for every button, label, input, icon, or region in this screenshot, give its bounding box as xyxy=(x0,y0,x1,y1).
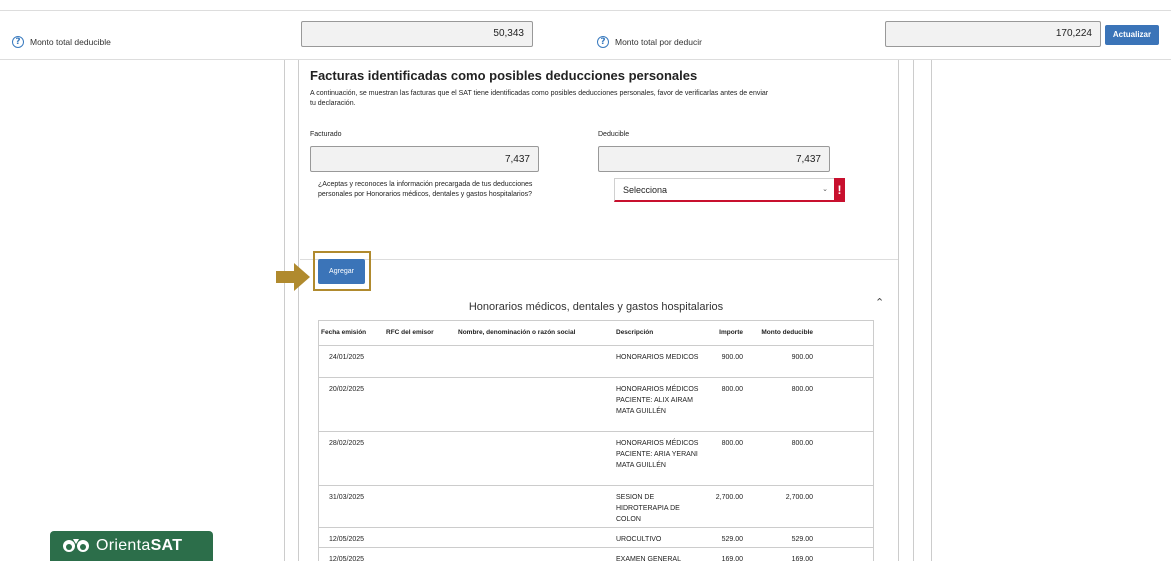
table-row[interactable]: 31/03/2025 SESION DE HIDROTERAPIA DE COL… xyxy=(319,485,873,528)
error-indicator-icon: ! xyxy=(834,178,845,202)
amount-cell: 529.00 xyxy=(701,527,745,548)
table-row[interactable]: 12/05/2025 EXAMEN GENERAL 169.00 169.00 xyxy=(319,547,873,561)
table-row[interactable]: 28/02/2025 HONORARIOS MÉDICOS PACIENTE: … xyxy=(319,431,873,486)
total-remaining-label: ? Monto total por deducir xyxy=(597,36,702,48)
chevron-down-icon: ⌄ xyxy=(822,186,828,193)
date-cell: 12/05/2025 xyxy=(319,547,384,561)
name-cell xyxy=(456,345,614,378)
help-icon[interactable]: ? xyxy=(12,36,24,48)
name-cell xyxy=(456,377,614,432)
section-title: Facturas identificadas como posibles ded… xyxy=(310,68,698,83)
column-divider xyxy=(913,60,914,561)
date-cell: 20/02/2025 xyxy=(319,377,384,432)
amount-cell: 2,700.00 xyxy=(701,485,745,528)
deductible-cell: 800.00 xyxy=(745,431,815,486)
table-row[interactable]: 12/05/2025 UROCULTIVO 529.00 529.00 xyxy=(319,527,873,548)
table-row[interactable]: 20/02/2025 HONORARIOS MÉDICOS PACIENTE: … xyxy=(319,377,873,432)
total-deductible-label: ? Monto total deducible xyxy=(12,36,111,48)
description-cell: HONORARIOS MÉDICOS PACIENTE: ARIA YERANI… xyxy=(614,431,701,486)
description-cell: EXAMEN GENERAL xyxy=(614,547,701,561)
section-description: A continuación, se muestran las facturas… xyxy=(310,90,769,107)
deductible-cell: 169.00 xyxy=(745,547,815,561)
deductible-cell: 529.00 xyxy=(745,527,815,548)
description-cell: SESION DE HIDROTERAPIA DE COLON xyxy=(614,485,701,528)
orientasat-logo: OrientaSAT xyxy=(50,531,213,561)
pointer-arrow-icon xyxy=(276,263,310,291)
select-value: Selecciona xyxy=(623,185,668,195)
date-cell: 28/02/2025 xyxy=(319,431,384,486)
amount-cell: 169.00 xyxy=(701,547,745,561)
name-cell xyxy=(456,431,614,486)
column-divider xyxy=(931,60,932,561)
rfc-cell xyxy=(384,345,456,378)
logo-text: OrientaSAT xyxy=(96,537,183,554)
column-header[interactable]: Importe xyxy=(701,321,745,346)
divider xyxy=(300,259,898,260)
chevron-up-icon[interactable]: ⌃ xyxy=(875,296,884,309)
rfc-cell xyxy=(384,485,456,528)
rfc-cell xyxy=(384,377,456,432)
acceptance-select[interactable]: Selecciona ⌄ xyxy=(614,178,835,202)
deductible-cell: 900.00 xyxy=(745,345,815,378)
column-header[interactable]: Descripción xyxy=(614,321,701,346)
update-button[interactable]: Actualizar xyxy=(1105,25,1159,45)
column-divider xyxy=(284,60,285,561)
deductible-label: Deducible xyxy=(598,131,630,138)
owl-eyes-icon xyxy=(63,539,89,552)
summary-bar: ? Monto total deducible 50,343 ? Monto t… xyxy=(0,10,1171,60)
page: ? Monto total deducible 50,343 ? Monto t… xyxy=(0,0,1171,561)
column-header[interactable]: RFC del emisor xyxy=(384,321,456,346)
table-row[interactable]: 24/01/2025 HONORARIOS MEDICOS 900.00 900… xyxy=(319,345,873,378)
column-header[interactable]: Nombre, denominación o razón social xyxy=(456,321,614,346)
description-cell: HONORARIOS MEDICOS xyxy=(614,345,701,378)
amount-cell: 800.00 xyxy=(701,431,745,486)
name-cell xyxy=(456,547,614,561)
help-icon[interactable]: ? xyxy=(597,36,609,48)
date-cell: 12/05/2025 xyxy=(319,527,384,548)
invoices-table: Fecha emisión RFC del emisor Nombre, den… xyxy=(318,320,874,561)
acceptance-question: ¿Aceptas y reconoces la información prec… xyxy=(318,181,533,198)
amount-cell: 900.00 xyxy=(701,345,745,378)
column-divider xyxy=(898,60,899,561)
rfc-cell xyxy=(384,431,456,486)
billed-field: 7,437 xyxy=(310,146,539,172)
deductible-cell: 800.00 xyxy=(745,377,815,432)
date-cell: 24/01/2025 xyxy=(319,345,384,378)
add-button[interactable]: Agregar xyxy=(318,259,365,284)
description-cell: UROCULTIVO xyxy=(614,527,701,548)
billed-label: Facturado xyxy=(310,131,342,138)
table-header-row: Fecha emisión RFC del emisor Nombre, den… xyxy=(319,321,873,346)
name-cell xyxy=(456,485,614,528)
total-remaining-field: 170,224 xyxy=(885,21,1101,47)
amount-cell: 800.00 xyxy=(701,377,745,432)
table-title: Honorarios médicos, dentales y gastos ho… xyxy=(468,301,724,313)
rfc-cell xyxy=(384,547,456,561)
description-cell: HONORARIOS MÉDICOS PACIENTE: ALIX AIRAM … xyxy=(614,377,701,432)
rfc-cell xyxy=(384,527,456,548)
column-header[interactable]: Fecha emisión xyxy=(319,321,384,346)
column-divider xyxy=(298,60,299,561)
total-deductible-field: 50,343 xyxy=(301,21,533,47)
date-cell: 31/03/2025 xyxy=(319,485,384,528)
deductible-cell: 2,700.00 xyxy=(745,485,815,528)
name-cell xyxy=(456,527,614,548)
deductible-field: 7,437 xyxy=(598,146,830,172)
column-header[interactable]: Monto deducible xyxy=(745,321,815,346)
